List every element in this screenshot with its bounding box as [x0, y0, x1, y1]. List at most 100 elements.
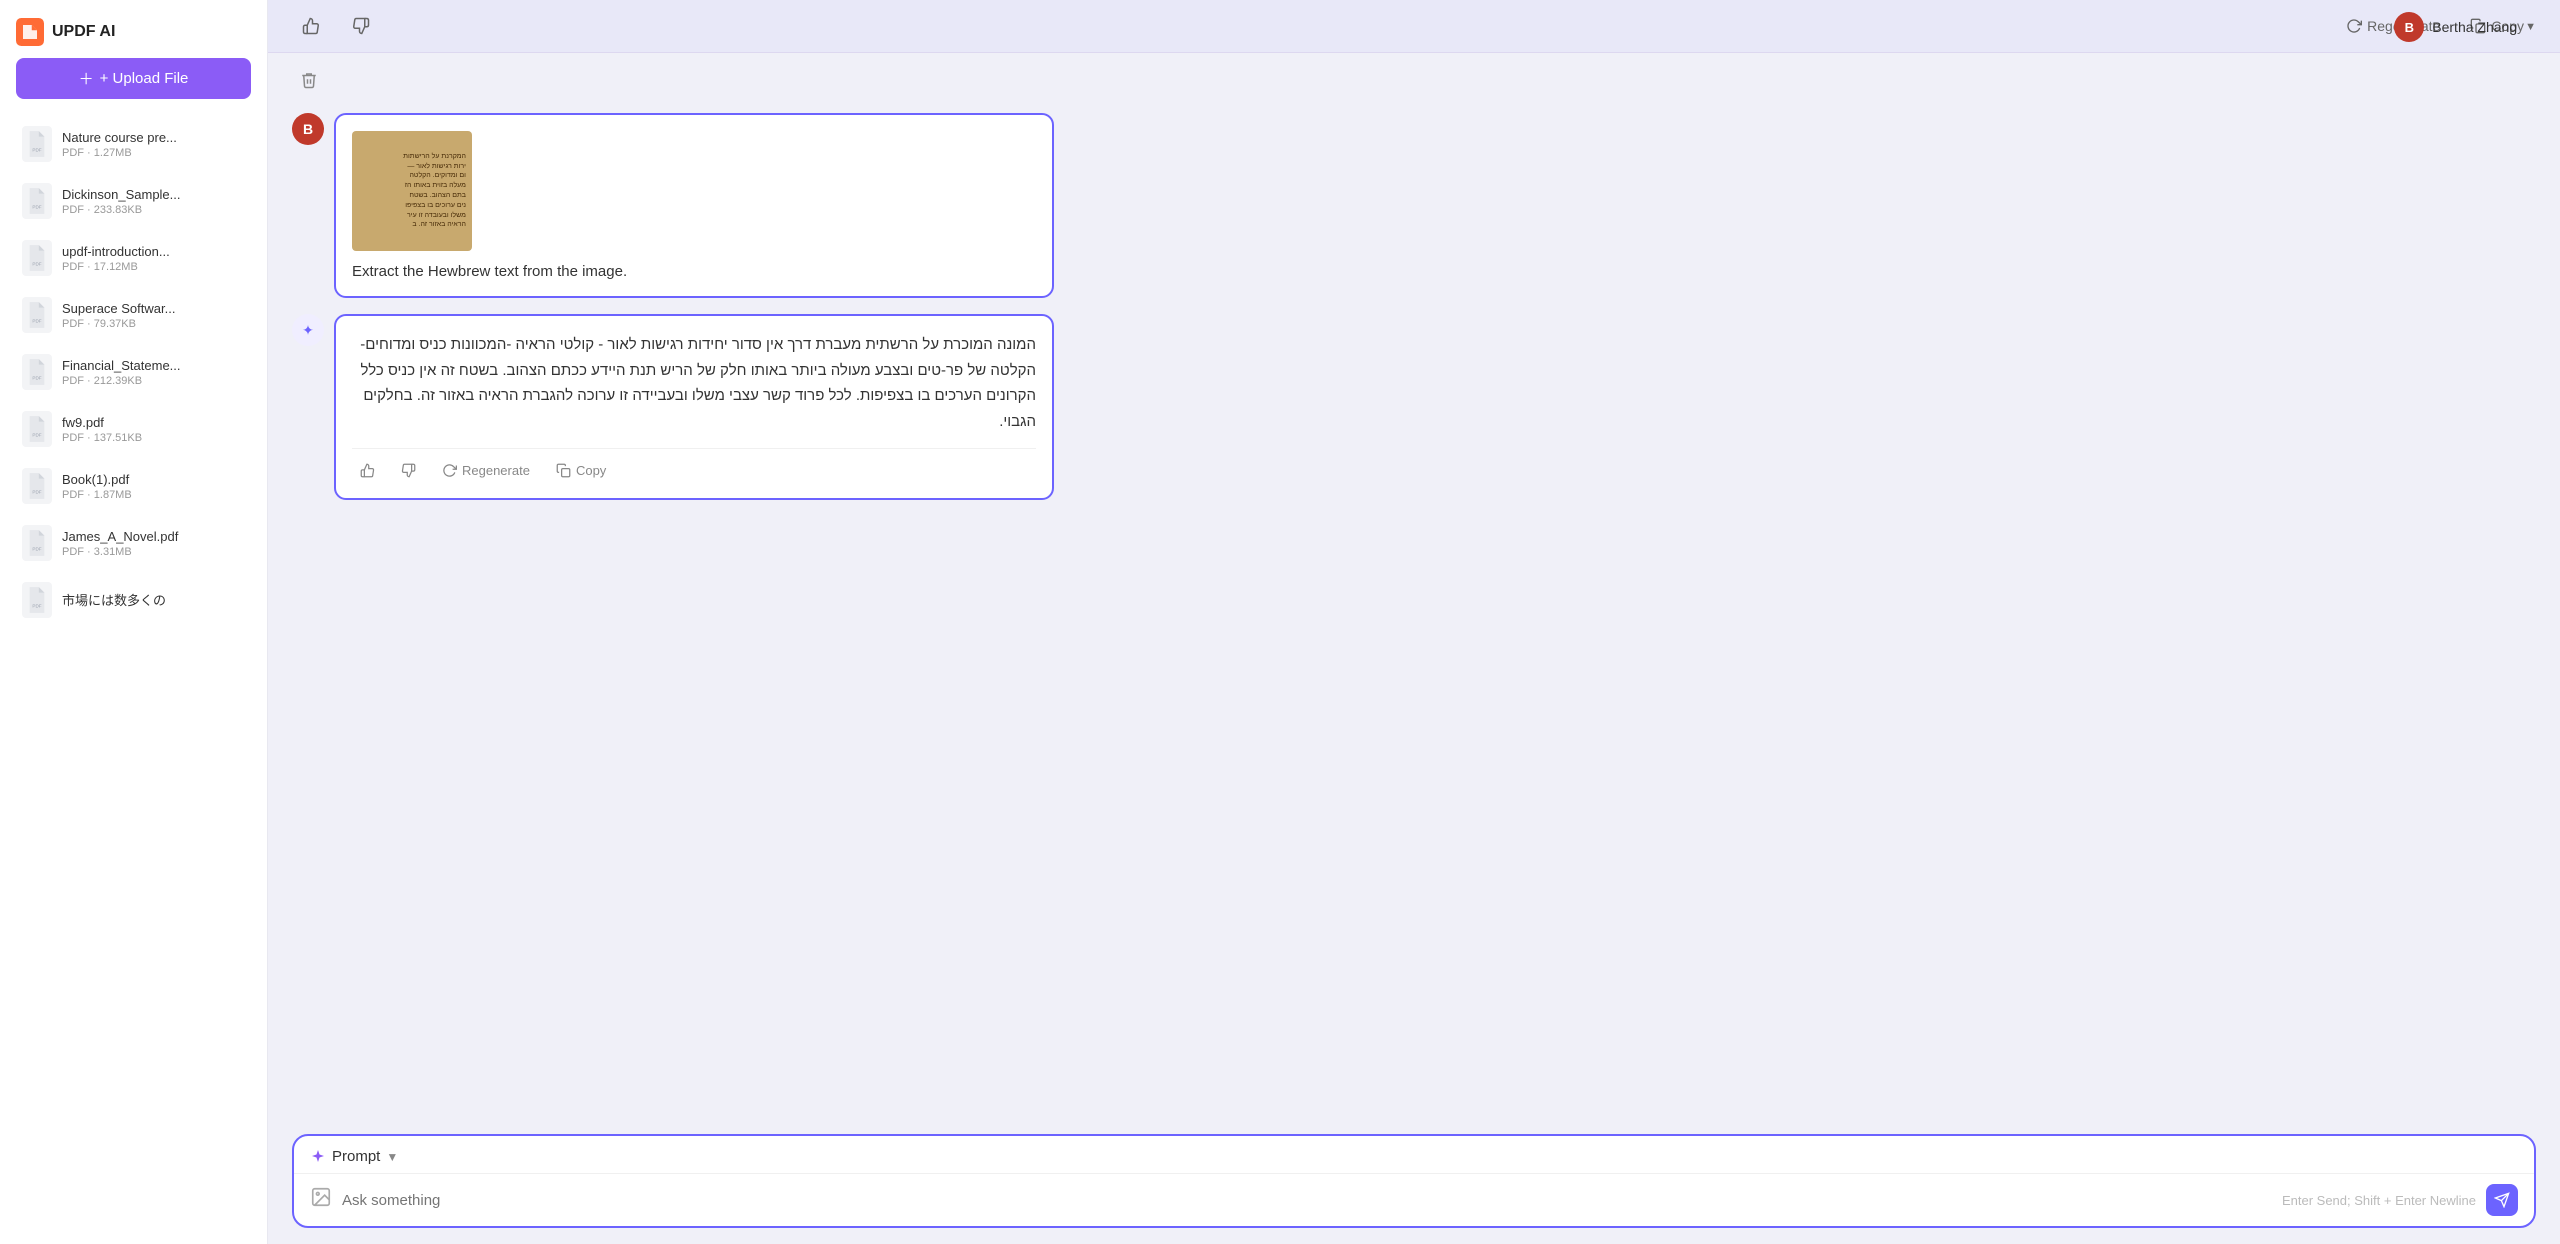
ai-response-card: המונה המוכרת על הרשתית מעברת דרך אין סדו…: [334, 314, 1054, 500]
file-info: Financial_Stateme... PDF · 212.39KB: [62, 358, 245, 387]
file-item[interactable]: PDF Financial_Stateme... PDF · 212.39KB: [6, 344, 261, 400]
hebrew-image: המקרנת על הרישתות ירות רגישות לאור — ום …: [352, 131, 472, 251]
file-size: PDF · 3.31MB: [62, 546, 245, 558]
thumbs-down-action-button[interactable]: [393, 459, 424, 482]
sidebar-header: UPDF AI: [0, 0, 267, 58]
prompt-label: Prompt: [332, 1148, 380, 1165]
regenerate-icon: [2346, 18, 2362, 34]
prompt-input-row: Enter Send; Shift + Enter Newline: [294, 1174, 2534, 1226]
send-icon: [2494, 1192, 2510, 1208]
send-button[interactable]: [2486, 1184, 2518, 1216]
user-message-prompt: Extract the Hewbrew text from the image.: [352, 263, 1036, 280]
file-icon: PDF: [22, 582, 52, 618]
svg-text:PDF: PDF: [32, 489, 41, 494]
file-icon: PDF: [22, 126, 52, 162]
user-message-block: B המקרנת על הרישתות ירות רגישות לאור — ו…: [292, 113, 2536, 298]
file-size: PDF · 1.87MB: [62, 489, 245, 501]
svg-text:PDF: PDF: [32, 147, 41, 152]
trash-icon: [300, 71, 318, 89]
file-size: PDF · 79.37KB: [62, 318, 245, 330]
file-item[interactable]: PDF Superace Softwar... PDF · 79.37KB: [6, 287, 261, 343]
copy-action-icon: [556, 463, 571, 478]
svg-text:PDF: PDF: [32, 375, 41, 380]
thumbs-up-action-button[interactable]: [352, 459, 383, 482]
svg-text:PDF: PDF: [32, 603, 41, 608]
thumbs-down-action-icon: [401, 463, 416, 478]
file-name: 市場には数多くの: [62, 590, 245, 609]
chevron-down-user-icon: ▼: [2525, 21, 2536, 33]
file-info: Book(1).pdf PDF · 1.87MB: [62, 472, 245, 501]
file-name: fw9.pdf: [62, 415, 245, 430]
file-info: fw9.pdf PDF · 137.51KB: [62, 415, 245, 444]
ai-avatar: ✦: [292, 314, 324, 346]
ask-input[interactable]: [342, 1192, 2272, 1209]
file-info: Superace Softwar... PDF · 79.37KB: [62, 301, 245, 330]
file-icon: PDF: [22, 240, 52, 276]
main-content: Regenerate Copy B המקרנת על הרישתות ירות…: [268, 0, 2560, 1244]
thumbs-up-button[interactable]: [292, 12, 330, 40]
ai-message-block: ✦ המונה המוכרת על הרשתית מעברת דרך אין ס…: [292, 314, 2536, 500]
file-name: Nature course pre...: [62, 130, 245, 145]
user-name: Bertha Zhang: [2432, 19, 2517, 35]
file-size: PDF · 17.12MB: [62, 261, 245, 273]
file-name: updf-introduction...: [62, 244, 245, 259]
file-size: PDF · 137.51KB: [62, 432, 245, 444]
file-name: Dickinson_Sample...: [62, 187, 245, 202]
user-avatar-small: B: [2394, 12, 2424, 42]
file-icon: PDF: [22, 354, 52, 390]
copy-action-button[interactable]: Copy: [548, 459, 614, 482]
file-item[interactable]: PDF fw9.pdf PDF · 137.51KB: [6, 401, 261, 457]
file-info: 市場には数多くの: [62, 590, 245, 611]
file-name: Superace Softwar...: [62, 301, 245, 316]
file-icon: PDF: [22, 297, 52, 333]
file-item[interactable]: PDF Book(1).pdf PDF · 1.87MB: [6, 458, 261, 514]
user-message-card: המקרנת על הרישתות ירות רגישות לאור — ום …: [334, 113, 1054, 298]
app-logo: [16, 18, 44, 46]
file-icon: PDF: [22, 411, 52, 447]
file-size: PDF · 212.39KB: [62, 375, 245, 387]
chevron-down-icon: ▼: [386, 1150, 398, 1164]
thumbs-down-button[interactable]: [342, 12, 380, 40]
file-name: James_A_Novel.pdf: [62, 529, 245, 544]
image-icon: [310, 1186, 332, 1214]
svg-text:PDF: PDF: [32, 546, 41, 551]
file-info: James_A_Novel.pdf PDF · 3.31MB: [62, 529, 245, 558]
upload-icon: ＋: [79, 68, 94, 89]
file-size: PDF · 233.83KB: [62, 204, 245, 216]
toolbar-actions-left: [292, 12, 380, 40]
ai-logo-icon: ✦: [292, 314, 324, 346]
file-item[interactable]: PDF Dickinson_Sample... PDF · 233.83KB: [6, 173, 261, 229]
svg-text:✦: ✦: [302, 322, 314, 338]
user-avatar: B: [292, 113, 324, 145]
input-hint-text: Enter Send; Shift + Enter Newline: [2282, 1193, 2476, 1208]
file-list: PDF Nature course pre... PDF · 1.27MB PD…: [0, 115, 267, 629]
sidebar: UPDF AI ＋ + Upload File PDF Nature cours…: [0, 0, 268, 1244]
svg-text:PDF: PDF: [32, 204, 41, 209]
thumbs-up-action-icon: [360, 463, 375, 478]
sparkle-icon: [310, 1149, 326, 1165]
file-item[interactable]: PDF James_A_Novel.pdf PDF · 3.31MB: [6, 515, 261, 571]
file-item[interactable]: PDF Nature course pre... PDF · 1.27MB: [6, 116, 261, 172]
svg-text:PDF: PDF: [32, 432, 41, 437]
file-item[interactable]: PDF 市場には数多くの: [6, 572, 261, 628]
user-area[interactable]: B Bertha Zhang ▼: [2394, 12, 2536, 42]
file-item[interactable]: PDF updf-introduction... PDF · 17.12MB: [6, 230, 261, 286]
upload-file-button[interactable]: ＋ + Upload File: [16, 58, 251, 99]
file-info: Nature course pre... PDF · 1.27MB: [62, 130, 245, 159]
regenerate-action-icon: [442, 463, 457, 478]
file-name: Book(1).pdf: [62, 472, 245, 487]
hebrew-text-image: המקרנת על הרישתות ירות רגישות לאור — ום …: [358, 152, 466, 230]
file-size: PDF · 1.27MB: [62, 147, 245, 159]
file-info: Dickinson_Sample... PDF · 233.83KB: [62, 187, 245, 216]
file-icon: PDF: [22, 183, 52, 219]
svg-text:PDF: PDF: [32, 261, 41, 266]
app-title: UPDF AI: [52, 23, 115, 41]
svg-text:PDF: PDF: [32, 318, 41, 323]
prompt-area: Prompt ▼ Enter Send; Shift + Enter Newli…: [292, 1134, 2536, 1228]
prompt-header[interactable]: Prompt ▼: [294, 1136, 2534, 1174]
file-info: updf-introduction... PDF · 17.12MB: [62, 244, 245, 273]
delete-icon-area: [268, 53, 2560, 93]
regenerate-action-button[interactable]: Regenerate: [434, 459, 538, 482]
thumbs-down-icon: [352, 17, 370, 35]
delete-button[interactable]: [292, 67, 326, 93]
